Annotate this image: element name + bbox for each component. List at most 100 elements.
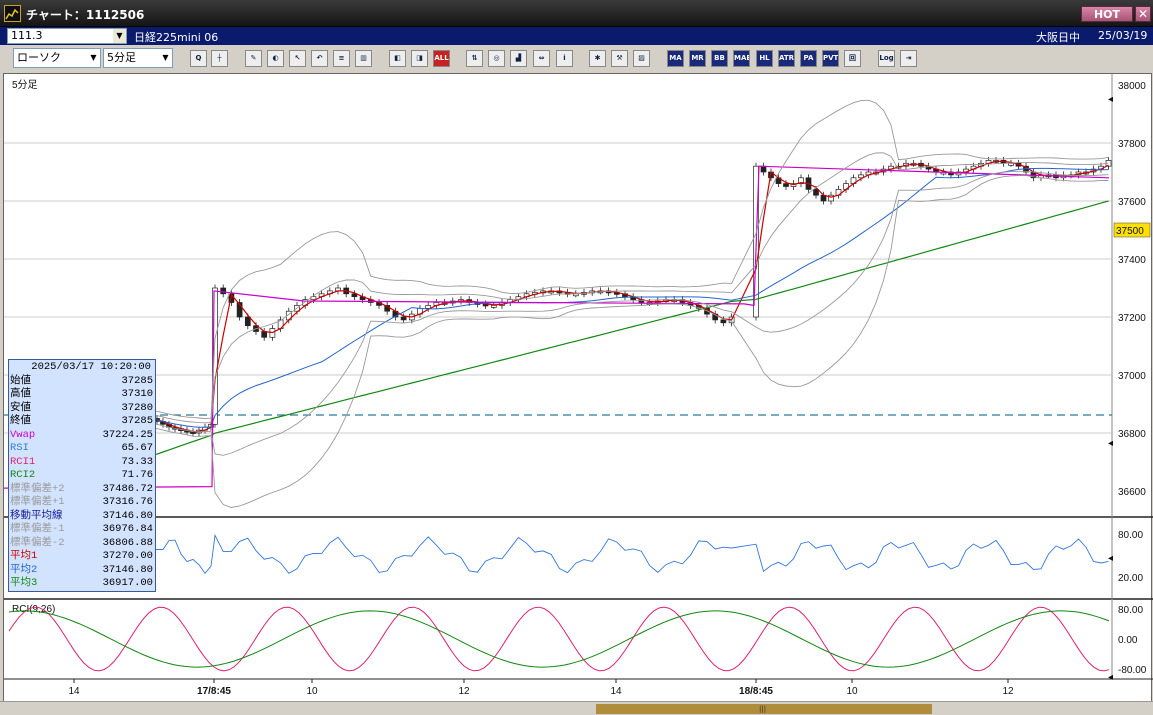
date-label: 25/03/19 bbox=[1098, 29, 1148, 42]
rsi-tick-label: 80.00 bbox=[1118, 530, 1143, 541]
data-panel-row: 始値 37285 bbox=[10, 375, 155, 389]
split-icon[interactable]: ⇔ bbox=[533, 50, 550, 67]
pencil-icon[interactable]: ✎ bbox=[245, 50, 262, 67]
ma-long-line bbox=[150, 200, 1109, 457]
candle-body bbox=[813, 189, 819, 196]
data-panel-value: 37280 bbox=[121, 401, 153, 414]
ichimoku-icon[interactable]: 回 bbox=[844, 50, 861, 67]
ma-icon[interactable]: MA bbox=[667, 50, 684, 67]
candle-body bbox=[720, 319, 727, 324]
price-tick-label: 37000 bbox=[1118, 371, 1146, 382]
wrench-icon[interactable]: ⚒ bbox=[611, 50, 628, 67]
window-title: チャート：1112506 bbox=[26, 8, 145, 22]
chevron-down-icon[interactable]: ▼ bbox=[87, 49, 100, 67]
session-label: 大阪日中 bbox=[1036, 31, 1080, 44]
candle-body bbox=[261, 331, 268, 338]
timeframe-select[interactable]: 5分足 ▼ bbox=[103, 48, 173, 68]
data-panel-label: 始値 bbox=[10, 374, 31, 387]
para-icon[interactable]: PA bbox=[800, 50, 817, 67]
memo-icon[interactable]: ≡ bbox=[333, 50, 350, 67]
pvt-icon[interactable]: PVT bbox=[822, 50, 839, 67]
data-panel-label: 安値 bbox=[10, 401, 31, 414]
data-panel-rows: 始値 37285 高値 37310 安値 37280 終値 37285 Vwap 37224.25… bbox=[10, 375, 155, 591]
log-icon[interactable]: Log bbox=[878, 50, 895, 67]
data-panel-row: RCI1 73.33 bbox=[10, 456, 155, 470]
data-panel-row: RCI2 71.76 bbox=[10, 469, 155, 483]
pointer-icon[interactable]: ↖ bbox=[289, 50, 306, 67]
time-tick-label: 17/8:45 bbox=[197, 686, 231, 697]
export-icon[interactable]: ⇥ bbox=[900, 50, 917, 67]
timeframe-value: 5分足 bbox=[107, 51, 136, 64]
candle-right-icon[interactable]: ◨ bbox=[411, 50, 428, 67]
search-chart-icon[interactable]: ◎ bbox=[488, 50, 505, 67]
ma-short-line bbox=[150, 160, 1109, 433]
data-panel-label: 標準偏差+2 bbox=[10, 482, 65, 495]
axis-arrow-icon: ◂ bbox=[1108, 94, 1113, 105]
data-panel-row: 安値 37280 bbox=[10, 402, 155, 416]
color-icon[interactable]: ▨ bbox=[633, 50, 650, 67]
data-panel-label: 移動平均線 bbox=[10, 509, 63, 522]
bollinger-band-line bbox=[150, 152, 1109, 424]
data-panel-label: 平均3 bbox=[10, 577, 38, 589]
brush-icon[interactable]: ◐ bbox=[267, 50, 284, 67]
chart-area[interactable]: 38000 37800 37600 37400 37200 37000 36800 36600… bbox=[3, 73, 1153, 711]
undo-icon[interactable]: ↶ bbox=[311, 50, 328, 67]
settings-icon[interactable]: ✱ bbox=[589, 50, 606, 67]
time-tick-label: 14 bbox=[610, 686, 622, 697]
chart-canvas[interactable]: 38000 37800 37600 37400 37200 37000 36800 36600… bbox=[4, 74, 1153, 711]
time-tick-label: 12 bbox=[458, 686, 470, 697]
data-panel-value: 71.76 bbox=[121, 469, 153, 481]
data-panel-value: 37486.72 bbox=[102, 482, 153, 495]
data-panel-row: 終値 37285 bbox=[10, 415, 155, 429]
data-panel-value: 73.33 bbox=[121, 455, 153, 468]
symbol-name: 日経225mini 06 bbox=[134, 31, 219, 44]
data-panel-value: 37285 bbox=[121, 415, 153, 427]
data-panel-row: 平均2 37146.80 bbox=[10, 564, 155, 578]
chart-type-select[interactable]: ローソク ▼ bbox=[13, 48, 101, 68]
candle-body bbox=[490, 305, 497, 308]
app-chart-icon bbox=[4, 5, 21, 22]
symbol-info-bar: 111.3 ▼ 日経225mini 06 大阪日中 25/03/19 bbox=[0, 27, 1153, 45]
data-panel-row: RSI 65.67 bbox=[10, 442, 155, 456]
hot-button[interactable]: HOT bbox=[1081, 6, 1133, 22]
trash-icon[interactable]: ▥ bbox=[355, 50, 372, 67]
atr-icon[interactable]: ATR bbox=[778, 50, 795, 67]
rci2-line bbox=[8, 610, 1110, 668]
mr-icon[interactable]: MR bbox=[689, 50, 706, 67]
bollinger-band-line bbox=[150, 175, 1109, 508]
horizontal-scrollbar[interactable]: ||| bbox=[0, 701, 1153, 715]
symbol-code-select[interactable]: 111.3 ▼ bbox=[7, 28, 127, 44]
chart-window: チャート：1112506 HOT ✕ 111.3 ▼ 日経225mini 06 … bbox=[0, 0, 1153, 715]
chevron-down-icon[interactable]: ▼ bbox=[113, 29, 126, 43]
time-tick-label: 12 bbox=[1002, 686, 1014, 697]
volume-icon[interactable]: ▟ bbox=[510, 50, 527, 67]
data-panel-row: 標準偏差-1 36976.84 bbox=[10, 523, 155, 537]
rsi-line bbox=[8, 533, 1109, 575]
axis-arrow-icon: ◂ bbox=[1108, 438, 1113, 449]
mae-icon[interactable]: MAE bbox=[733, 50, 750, 67]
candle-body bbox=[400, 316, 407, 321]
data-panel-label: 終値 bbox=[10, 415, 31, 427]
time-tick-label: 10 bbox=[846, 686, 858, 697]
all-icon[interactable]: ALL bbox=[433, 50, 450, 67]
compare-icon[interactable]: ⇅ bbox=[466, 50, 483, 67]
info-icon[interactable]: i bbox=[556, 50, 573, 67]
data-panel-label: RCI2 bbox=[10, 469, 36, 481]
bb-icon[interactable]: BB bbox=[711, 50, 728, 67]
price-tick-label: 36600 bbox=[1118, 487, 1146, 498]
data-panel-label: 平均2 bbox=[10, 563, 38, 576]
data-panel-value: 37310 bbox=[121, 388, 153, 400]
chevron-down-icon[interactable]: ▼ bbox=[159, 49, 172, 67]
candle-body bbox=[244, 316, 251, 327]
close-icon[interactable]: ✕ bbox=[1135, 6, 1151, 22]
hl-icon[interactable]: HL bbox=[756, 50, 773, 67]
ma-mid-line bbox=[150, 167, 1109, 428]
vwap-line bbox=[4, 165, 1110, 489]
candle-left-icon[interactable]: ◧ bbox=[389, 50, 406, 67]
zoom-icon[interactable]: Q bbox=[190, 50, 207, 67]
title-bar[interactable]: チャート：1112506 HOT ✕ bbox=[0, 0, 1153, 27]
current-price-label: 37500 bbox=[1116, 226, 1144, 237]
crosshair-icon[interactable]: ┼ bbox=[211, 50, 228, 67]
data-panel-row: 標準偏差+1 37316.76 bbox=[10, 496, 155, 510]
scrollbar-grip-icon[interactable]: ||| bbox=[759, 705, 767, 713]
